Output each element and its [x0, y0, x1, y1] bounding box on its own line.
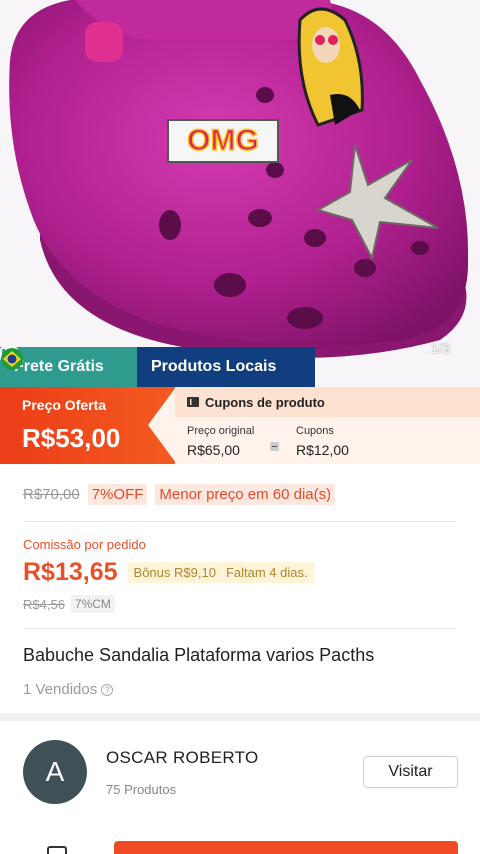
price-strip: Preço Oferta R$53,00 Cupons de produto P… [0, 387, 480, 464]
old-price: R$70,00 [23, 486, 80, 503]
image-counter: 1/3 [430, 340, 450, 356]
product-title: Babuche Sandalia Plataforma varios Pacth… [23, 645, 375, 665]
divider [23, 628, 457, 629]
offer-arrow [148, 387, 176, 463]
visit-shop-button[interactable]: Visitar [363, 756, 458, 788]
shop-product-count: 75 Produtos [106, 782, 177, 797]
commission-label: Comissão por pedido [23, 537, 146, 552]
commission-price: R$13,65 [23, 558, 118, 586]
discount-row: R$70,00 7%OFF Menor preço em 60 dia(s) [23, 484, 336, 505]
offer-price: R$53,00 [22, 423, 121, 453]
shop-avatar[interactable]: A [23, 740, 87, 804]
coupon-icon [187, 397, 199, 407]
offer-label: Preço Oferta [22, 397, 107, 413]
coupon-label: Cupons [296, 425, 334, 437]
product-page: OMG 1/3 Frete Grátis Produtos Locais Pre… [0, 0, 480, 854]
discount-percent-tag: 7%OFF [87, 484, 148, 505]
commission-old-row: R$4,56 7%CM [23, 595, 115, 613]
local-products-label: Produtos Locais [151, 358, 277, 375]
original-price-col: Preço original R$65,00 [187, 425, 254, 458]
bonus-amount: Bônus R$9,10 [133, 565, 216, 580]
coupon-panel[interactable]: Cupons de produto Preço original R$65,00… [175, 387, 480, 464]
shop-name[interactable]: OSCAR ROBERTO [106, 748, 259, 768]
original-price-value: R$65,00 [187, 442, 240, 458]
offer-price-block: Preço Oferta R$53,00 [0, 387, 176, 464]
question-icon[interactable]: ? [101, 683, 114, 696]
store-icon[interactable] [47, 846, 67, 854]
coupon-title: Cupons de produto [205, 394, 325, 410]
commission-rate-tag: 7%CM [70, 595, 115, 613]
badge-row: Frete Grátis Produtos Locais [0, 347, 315, 387]
sold-count-row: 1 Vendidos ? [23, 681, 114, 698]
product-image-carousel[interactable]: OMG 1/3 Frete Grátis Produtos Locais [0, 0, 480, 387]
bonus-tag: Bônus R$9,10 Faltam 4 dias. [127, 562, 314, 583]
omg-charm-text: OMG [187, 124, 259, 157]
lowest-price-tag: Menor preço em 60 dia(s) [155, 484, 336, 505]
primary-action-button[interactable] [114, 841, 458, 854]
section-separator [0, 713, 480, 721]
bonus-remaining: Faltam 4 dias. [225, 565, 308, 580]
coupon-col: Cupons R$12,00 [296, 425, 349, 458]
local-products-badge: Produtos Locais [1, 347, 315, 387]
commission-old-price: R$4,56 [23, 596, 65, 612]
divider [23, 521, 457, 522]
coupon-header: Cupons de produto [175, 387, 480, 417]
coupon-value: R$12,00 [296, 442, 349, 458]
original-price-label: Preço original [187, 425, 255, 437]
commission-row: R$13,65 Bônus R$9,10 Faltam 4 dias. [23, 558, 314, 587]
sold-count: 1 Vendidos [23, 681, 98, 698]
free-shipping-label: Frete Grátis [14, 358, 104, 375]
minus-icon [270, 442, 279, 451]
product-image: OMG [9, 0, 469, 358]
